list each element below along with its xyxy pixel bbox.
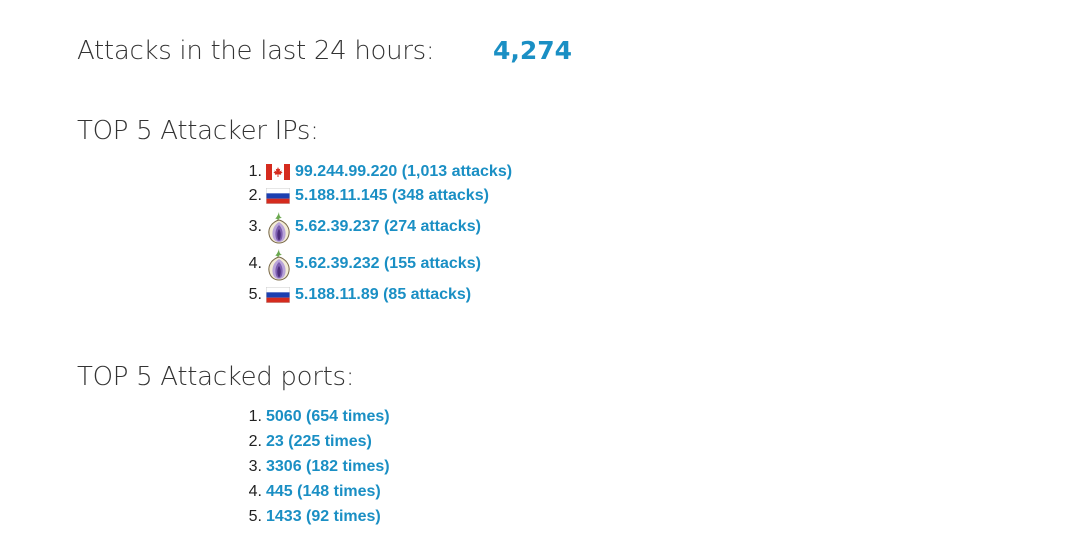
list-number: 4. xyxy=(248,482,262,500)
attacker-ip-link[interactable]: 5.188.11.145 (348 attacks) xyxy=(295,187,489,205)
attacker-ip-list: 1. 99.244.99.220 (1,013 attacks) 2. 5.18… xyxy=(232,160,512,308)
top-attacked-ports-title: TOP 5 Attacked ports: xyxy=(77,362,355,392)
attacked-port-list: 1. 5060 (654 times) 2. 23 (225 times) 3.… xyxy=(232,404,390,529)
list-number: 3. xyxy=(248,457,262,475)
list-number: 2. xyxy=(248,187,262,204)
list-item: 3. 3306 (182 times) xyxy=(232,454,390,479)
top-attacker-ips-title: TOP 5 Attacker IPs: xyxy=(77,116,319,146)
list-item: 3. 5.62.39.237 (274 attacks) xyxy=(232,208,512,245)
tor-onion-icon xyxy=(266,210,292,244)
russia-flag-icon xyxy=(266,287,290,303)
list-number: 4. xyxy=(248,254,262,272)
attacked-port-link[interactable]: 445 (148 times) xyxy=(266,483,381,501)
attacker-ip-link[interactable]: 5.62.39.237 (274 attacks) xyxy=(295,218,481,236)
list-number: 5. xyxy=(248,286,262,303)
list-number: 3. xyxy=(248,217,262,235)
attack-stats: Attacks in the last 24 hours: 4,274 xyxy=(77,34,677,74)
list-number: 2. xyxy=(248,432,262,450)
list-item: 2. 23 (225 times) xyxy=(232,429,390,454)
list-number: 1. xyxy=(248,163,262,180)
russia-flag-icon xyxy=(266,188,290,204)
attacker-ip-link[interactable]: 5.188.11.89 (85 attacks) xyxy=(295,286,471,304)
list-item: 4. 445 (148 times) xyxy=(232,479,390,504)
list-number: 5. xyxy=(248,507,262,525)
attacks-24h-count: 4,274 xyxy=(493,36,573,65)
list-number: 1. xyxy=(248,407,262,425)
canada-flag-icon xyxy=(266,164,290,180)
attacked-port-link[interactable]: 3306 (182 times) xyxy=(266,458,390,476)
attacks-24h-label: Attacks in the last 24 hours: xyxy=(77,36,435,66)
list-item: 1. 5060 (654 times) xyxy=(232,404,390,429)
list-item: 5. 5.188.11.89 (85 attacks) xyxy=(232,282,512,308)
list-item: 2. 5.188.11.145 (348 attacks) xyxy=(232,184,512,208)
attacked-port-link[interactable]: 5060 (654 times) xyxy=(266,408,390,426)
list-item: 5. 1433 (92 times) xyxy=(232,504,390,529)
list-item: 1. 99.244.99.220 (1,013 attacks) xyxy=(232,160,512,184)
list-item: 4. 5.62.39.232 (155 attacks) xyxy=(232,245,512,282)
attacked-port-link[interactable]: 23 (225 times) xyxy=(266,433,372,451)
attacked-port-link[interactable]: 1433 (92 times) xyxy=(266,508,381,526)
attacker-ip-link[interactable]: 5.62.39.232 (155 attacks) xyxy=(295,255,481,273)
tor-onion-icon xyxy=(266,247,292,281)
attacker-ip-link[interactable]: 99.244.99.220 (1,013 attacks) xyxy=(295,163,512,181)
